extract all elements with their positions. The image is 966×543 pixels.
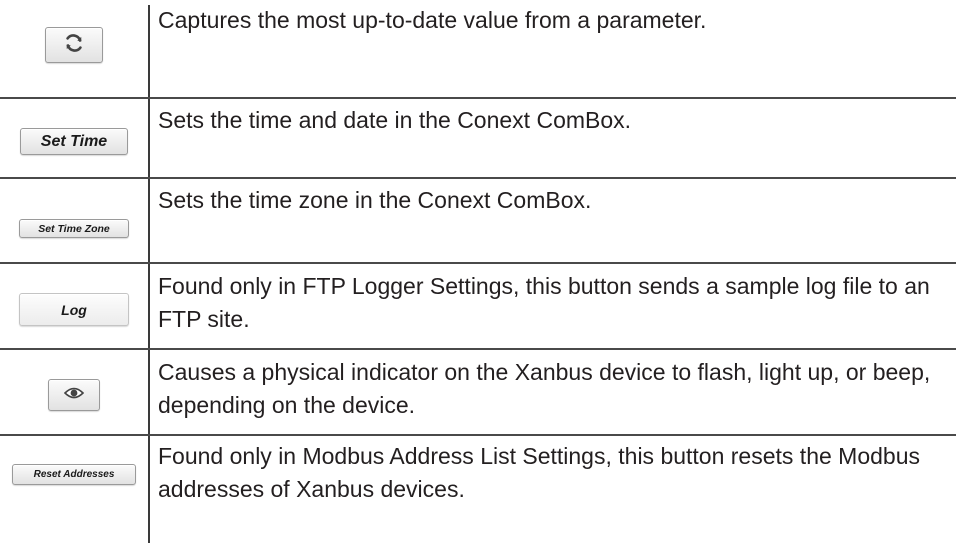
identify-button[interactable] [48,379,100,411]
button-reference-table: Captures the most up-to-date value from … [0,0,966,543]
description-set-time-zone: Sets the time zone in the Conext ComBox. [158,187,592,213]
log-button[interactable]: Log [19,293,129,326]
row-divider [0,434,956,436]
button-cell-reset-addresses: Reset Addresses [0,464,148,485]
set-time-zone-button[interactable]: Set Time Zone [19,219,129,238]
row-divider [0,177,956,179]
button-cell-identify [0,379,148,411]
button-cell-refresh [0,27,148,63]
description-reset-addresses: Found only in Modbus Address List Settin… [158,443,920,502]
button-cell-log: Log [0,293,148,326]
reset-addresses-button[interactable]: Reset Addresses [12,464,136,485]
description-refresh: Captures the most up-to-date value from … [158,7,707,33]
description-identify: Causes a physical indicator on the Xanbu… [158,359,931,418]
button-cell-set-time: Set Time [0,128,148,155]
row-divider [0,262,956,264]
row-divider [0,97,956,99]
row-divider [0,348,956,350]
column-divider [148,5,150,543]
button-cell-set-time-zone: Set Time Zone [0,219,148,238]
eye-icon [63,386,85,405]
refresh-button[interactable] [45,27,103,63]
refresh-icon [63,32,85,59]
description-set-time: Sets the time and date in the Conext Com… [158,107,632,133]
description-log: Found only in FTP Logger Settings, this … [158,273,930,332]
set-time-button[interactable]: Set Time [20,128,128,155]
